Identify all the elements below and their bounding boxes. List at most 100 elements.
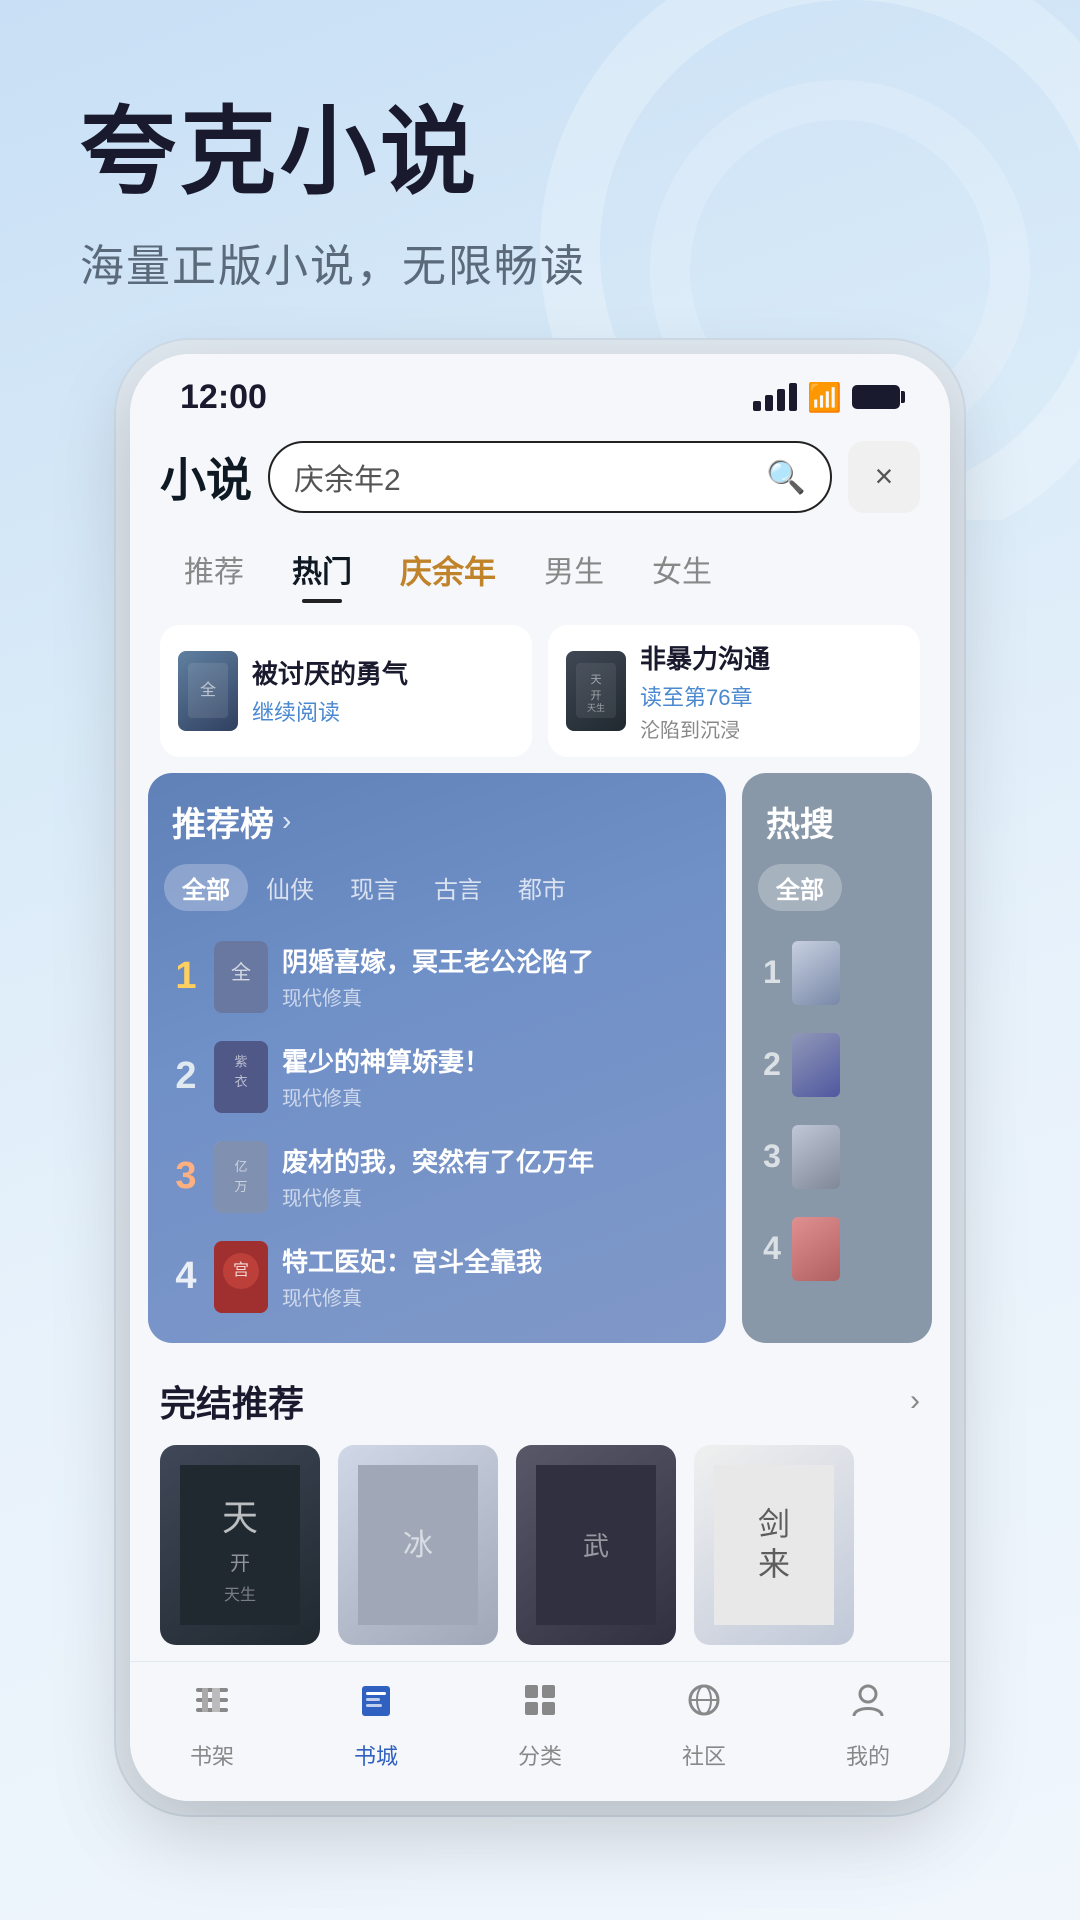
hot-search-header: 热搜 xyxy=(742,797,932,864)
svg-text:紫: 紫 xyxy=(234,1054,247,1069)
nav-category[interactable]: 分类 xyxy=(518,1678,562,1771)
book-info-2: 霍少的神算娇妻！ 现代修真 xyxy=(282,1042,702,1111)
search-text: 庆余年2 xyxy=(294,455,754,499)
tab-hot[interactable]: 热门 xyxy=(268,537,376,603)
nav-mine[interactable]: 我的 xyxy=(846,1678,890,1771)
recent-card-1[interactable]: 全 被讨厌的勇气 继续阅读 xyxy=(160,625,532,757)
nav-shelf[interactable]: 书架 xyxy=(190,1678,234,1771)
panels-row: 推荐榜 › 全部 仙侠 现言 古言 都市 1 xyxy=(130,773,950,1359)
ranking-title: 推荐榜 xyxy=(172,797,274,846)
book-genre-2: 现代修真 xyxy=(282,1082,702,1111)
close-icon: × xyxy=(875,458,894,495)
filter-ancient[interactable]: 古言 xyxy=(416,864,500,911)
signal-icon xyxy=(753,383,797,411)
search-icon[interactable]: 🔍 xyxy=(766,458,806,496)
hot-item-2[interactable]: 2 xyxy=(754,1019,920,1111)
ranking-arrow[interactable]: › xyxy=(282,805,291,837)
book-thumb-1: 全 xyxy=(178,651,238,731)
recent-info-1: 被讨厌的勇气 继续阅读 xyxy=(252,654,514,727)
recent-action-1: 继续阅读 xyxy=(252,695,514,727)
mine-icon xyxy=(846,1678,890,1733)
hot-cover-4 xyxy=(792,1217,840,1281)
svg-text:天: 天 xyxy=(591,674,602,686)
app-content: 小说 庆余年2 🔍 × 推荐 热门 庆余年 男生 女生 xyxy=(130,425,950,1801)
ranking-item-3[interactable]: 3 亿 万 废材的我，突然有了亿万年 现代修真 xyxy=(164,1127,710,1227)
battery-icon xyxy=(852,385,900,409)
svg-text:全: 全 xyxy=(200,681,216,699)
hot-filter-all[interactable]: 全部 xyxy=(758,864,842,911)
hot-rank-3: 3 xyxy=(762,1138,782,1175)
hot-search-list: 1 2 3 4 xyxy=(742,927,932,1295)
book-info-4: 特工医妃：宫斗全靠我 现代修真 xyxy=(282,1242,702,1311)
hot-cover-1 xyxy=(792,941,840,1005)
ranking-item-1[interactable]: 1 全 阴婚喜嫁，冥王老公沦陷了 现代修真 xyxy=(164,927,710,1027)
book-cover-4: 宫 xyxy=(214,1241,268,1313)
hot-cover-2 xyxy=(792,1033,840,1097)
status-bar: 12:00 📶 xyxy=(130,354,950,425)
ranking-item-4[interactable]: 4 宫 特工医妃：宫斗全靠我 现代修真 xyxy=(164,1227,710,1327)
book-thumb-2: 天 开 天生 xyxy=(566,651,626,731)
bookstore-label: 书城 xyxy=(354,1739,398,1771)
svg-text:万: 万 xyxy=(234,1179,247,1194)
ranking-header: 推荐榜 › xyxy=(148,797,726,864)
filter-city[interactable]: 都市 xyxy=(500,864,584,911)
svg-text:天生: 天生 xyxy=(587,702,605,713)
filter-modern[interactable]: 现言 xyxy=(332,864,416,911)
recent-reads-section: 全 被讨厌的勇气 继续阅读 天 开 天生 xyxy=(130,617,950,773)
book-cover-2: 紫 衣 xyxy=(214,1041,268,1113)
ranking-item-2[interactable]: 2 紫 衣 霍少的神算娇妻！ 现代修真 xyxy=(164,1027,710,1127)
ranking-filters: 全部 仙侠 现言 古言 都市 xyxy=(148,864,726,927)
tab-special[interactable]: 庆余年 xyxy=(376,537,520,603)
tab-male[interactable]: 男生 xyxy=(520,537,628,603)
recent-info-2: 非暴力沟通 读至第76章 沦陷到沉浸 xyxy=(640,639,902,743)
svg-text:全: 全 xyxy=(231,961,251,984)
filter-xianxia[interactable]: 仙侠 xyxy=(248,864,332,911)
app-title: 小说 xyxy=(160,444,252,510)
tab-navigation: 推荐 热门 庆余年 男生 女生 xyxy=(130,529,950,617)
tab-recommend[interactable]: 推荐 xyxy=(160,537,268,603)
phone-mockup: 12:00 📶 小说 庆余年2 🔍 × xyxy=(130,354,950,1801)
rank-number-4: 4 xyxy=(172,1255,200,1298)
book-cover-3: 亿 万 xyxy=(214,1141,268,1213)
completed-books: 天 开 天生 冰 xyxy=(160,1445,920,1645)
status-icons: 📶 xyxy=(753,381,900,414)
recent-action-2: 读至第76章 xyxy=(640,680,902,712)
hero-title: 夸克小说 xyxy=(80,100,1000,206)
shelf-icon xyxy=(190,1678,234,1733)
rank-number-2: 2 xyxy=(172,1055,200,1098)
book-genre-3: 现代修真 xyxy=(282,1182,702,1211)
tab-female[interactable]: 女生 xyxy=(628,537,736,603)
close-button[interactable]: × xyxy=(848,441,920,513)
recent-card-2[interactable]: 天 开 天生 非暴力沟通 读至第76章 沦陷到沉浸 xyxy=(548,625,920,757)
nav-community[interactable]: 社区 xyxy=(682,1678,726,1771)
completed-header: 完结推荐 › xyxy=(160,1375,920,1427)
hot-rank-1: 1 xyxy=(762,954,782,991)
community-icon xyxy=(682,1678,726,1733)
svg-text:冰: 冰 xyxy=(403,1529,433,1562)
hot-search-title: 热搜 xyxy=(766,797,834,846)
completed-book-2[interactable]: 冰 xyxy=(338,1445,498,1645)
svg-text:宫: 宫 xyxy=(233,1261,249,1279)
hot-item-4[interactable]: 4 xyxy=(754,1203,920,1295)
bottom-navigation: 书架 书城 xyxy=(130,1661,950,1801)
hot-cover-3 xyxy=(792,1125,840,1189)
search-box[interactable]: 庆余年2 🔍 xyxy=(268,441,832,513)
completed-book-3[interactable]: 武 xyxy=(516,1445,676,1645)
hot-item-3[interactable]: 3 xyxy=(754,1111,920,1203)
book-cover-1: 全 xyxy=(214,941,268,1013)
svg-text:武: 武 xyxy=(583,1531,609,1561)
completed-book-1[interactable]: 天 开 天生 xyxy=(160,1445,320,1645)
shelf-label: 书架 xyxy=(190,1739,234,1771)
completed-book-4[interactable]: 剑 来 xyxy=(694,1445,854,1645)
svg-text:天: 天 xyxy=(222,1497,258,1538)
filter-all[interactable]: 全部 xyxy=(164,864,248,911)
book-name-2: 霍少的神算娇妻！ xyxy=(282,1042,702,1079)
nav-bookstore[interactable]: 书城 xyxy=(354,1678,398,1771)
hot-rank-4: 4 xyxy=(762,1230,782,1267)
svg-text:开: 开 xyxy=(591,690,602,702)
hot-item-1[interactable]: 1 xyxy=(754,927,920,1019)
mine-label: 我的 xyxy=(846,1739,890,1771)
bookstore-icon xyxy=(354,1678,398,1733)
completed-arrow[interactable]: › xyxy=(910,1384,920,1418)
hot-search-panel: 热搜 全部 1 2 3 xyxy=(742,773,932,1343)
